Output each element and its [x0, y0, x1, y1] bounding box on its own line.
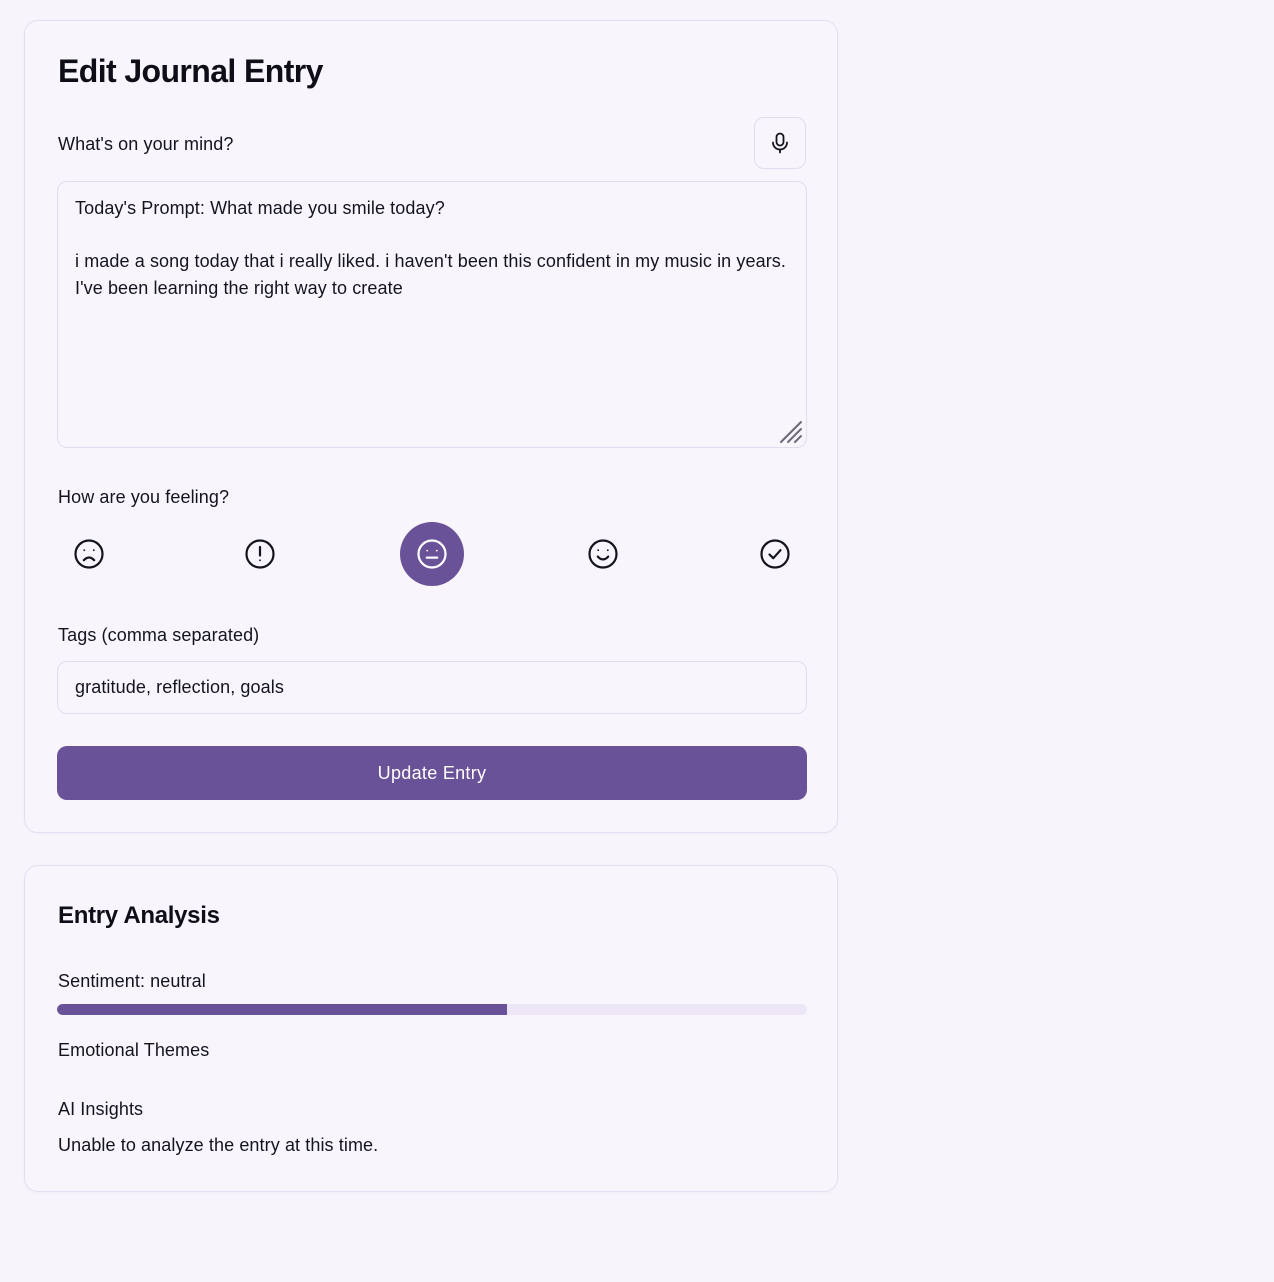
emotional-themes-label: Emotional Themes: [58, 1040, 210, 1060]
mood-option-frown[interactable]: [57, 522, 121, 586]
ai-insights-label: AI Insights: [58, 1099, 144, 1119]
mood-option-neutral[interactable]: [400, 522, 464, 586]
alert-icon: [245, 539, 275, 569]
entry-textarea[interactable]: Today's Prompt: What made you smile toda…: [57, 181, 807, 448]
mood-label: How are you feeling?: [58, 487, 230, 507]
mood-option-smile[interactable]: [571, 522, 635, 586]
analysis-title: Entry Analysis: [58, 902, 220, 929]
voice-input-button[interactable]: [754, 117, 806, 169]
entry-label: What's on your mind?: [58, 134, 234, 154]
update-entry-button[interactable]: Update Entry: [57, 746, 807, 800]
tags-label: Tags (comma separated): [58, 625, 260, 645]
microphone-icon: [772, 132, 788, 154]
mood-option-alert[interactable]: [228, 522, 292, 586]
neutral-face-icon: [417, 539, 447, 569]
smile-icon: [588, 539, 618, 569]
sentiment-bar: [57, 1004, 807, 1015]
resize-handle-icon[interactable]: [777, 418, 805, 446]
sentiment-bar-fill: [57, 1004, 507, 1015]
tags-input[interactable]: gratitude, reflection, goals: [57, 661, 807, 714]
check-circle-icon: [760, 539, 790, 569]
sentiment-label: Sentiment: neutral: [58, 971, 206, 991]
mood-selector: [57, 521, 807, 587]
edit-entry-card: Edit Journal Entry What's on your mind? …: [24, 20, 838, 833]
mood-option-check[interactable]: [743, 522, 807, 586]
entry-analysis-card: Entry Analysis Sentiment: neutral Emotio…: [24, 865, 838, 1192]
page-title: Edit Journal Entry: [58, 53, 323, 89]
frown-icon: [74, 539, 104, 569]
ai-insights-text: Unable to analyze the entry at this time…: [58, 1135, 379, 1155]
